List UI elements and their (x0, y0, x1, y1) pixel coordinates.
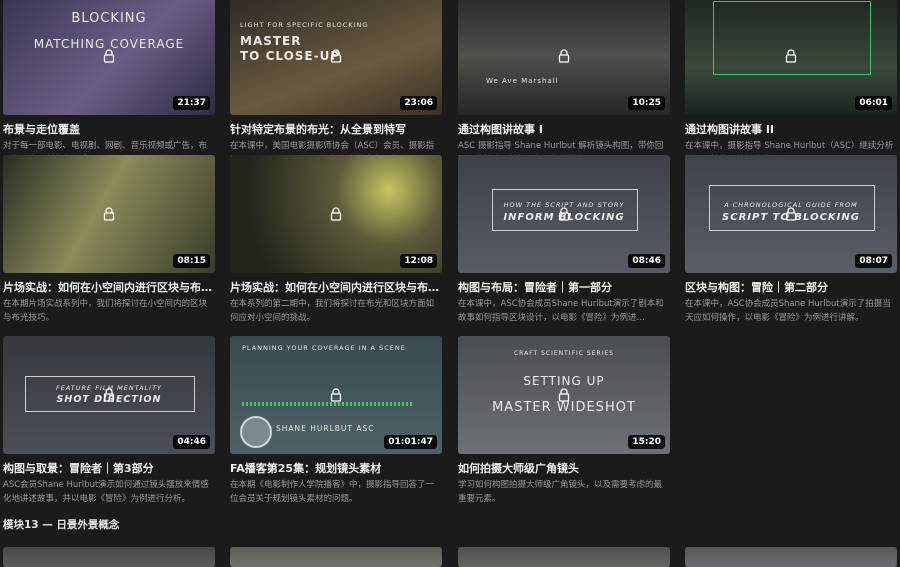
lock-icon (103, 49, 115, 63)
duration-badge: 08:15 (173, 254, 210, 268)
course-card[interactable]: We Ave Marshall 10:25 通过构图讲故事 I ASC 摄影指导… (458, 0, 670, 167)
course-description: ASC会员Shane Hurlbut演示如何通过镜头摆放来情感化地讲述故事，并以… (3, 480, 209, 504)
course-description: 在本系列的第二期中，我们将探讨在布光和区块方面如何应对小空间的挑战。 (230, 299, 435, 323)
thumbnail-subtitle-text: TO CLOSE-UP (240, 49, 341, 63)
course-card[interactable] (458, 547, 670, 567)
duration-badge: 21:37 (173, 96, 210, 110)
lock-icon (330, 49, 342, 63)
thumbnail-title-text: MASTER (240, 34, 302, 48)
course-description: 在本课中，ASC协会成员Shane Hurlbut演示了拍摄当天应如何操作，以电… (685, 299, 891, 323)
duration-badge: 12:08 (400, 254, 437, 268)
course-description: 学习如何构图拍摄大师级广角镜头，以及需要考虑的最重要元素。 (458, 480, 663, 504)
thumbnail-caption-text: PLANNING YOUR COVERAGE IN A SCENE (242, 344, 406, 352)
course-card[interactable]: LIGHT FOR SPECIFIC BLOCKING MASTER TO CL… (230, 0, 442, 167)
course-title[interactable]: 针对特定布景的布光：从全景到特写 (230, 121, 442, 137)
course-thumbnail[interactable]: FEATURE FILM MENTALITY SHOT DIRECTION 04… (3, 336, 215, 454)
audio-waveform (242, 402, 412, 406)
course-title[interactable]: 构图与取景：冒险者｜第3部分 (3, 460, 215, 476)
course-card[interactable] (230, 547, 442, 567)
course-thumbnail[interactable] (458, 547, 670, 567)
course-title[interactable]: 片场实战：如何在小空间内进行区块与布光… (230, 279, 442, 295)
course-title[interactable]: 构图与布局：冒险者｜第一部分 (458, 279, 670, 295)
duration-badge: 01:01:47 (384, 435, 437, 449)
lock-icon (558, 207, 570, 221)
thumbnail-title-text: MASTER WIDESHOT (492, 400, 636, 415)
thumbnail-title-text: SHANE HURLBUT ASC (276, 424, 375, 433)
course-thumbnail[interactable]: HOW THE SCRIPT AND STORY INFORM BLOCKING… (458, 155, 670, 273)
thumbnail-caption-text: We Ave Marshall (486, 77, 559, 85)
course-card[interactable]: A CHRONOLOGICAL GUIDE FROM SCRIPT TO BLO… (685, 155, 897, 325)
frame-outline (713, 1, 871, 75)
thumbnail-caption-text: LIGHT FOR SPECIFIC BLOCKING (240, 21, 369, 29)
course-description: 在本期《电影制作人学院播客》中，摄影指导回答了一位会员关于规划镜头素材的问题。 (230, 480, 435, 504)
course-thumbnail[interactable]: 08:15 (3, 155, 215, 273)
course-title[interactable]: 通过构图讲故事 I (458, 121, 670, 137)
lock-icon (785, 49, 797, 63)
course-thumbnail[interactable] (3, 547, 215, 567)
course-title[interactable]: 通过构图讲故事 II (685, 121, 897, 137)
course-card[interactable]: CRAFT SCIENTIFIC SERIES SETTING UP MASTE… (458, 336, 670, 506)
lock-icon (558, 388, 570, 402)
course-thumbnail[interactable]: PLANNING YOUR COVERAGE IN A SCENE SHANE … (230, 336, 442, 454)
duration-badge: 23:06 (400, 96, 437, 110)
course-card[interactable]: BLOCKING MATCHING COVERAGE 21:37 布景与走位覆盖… (3, 0, 215, 167)
course-thumbnail[interactable]: A CHRONOLOGICAL GUIDE FROM SCRIPT TO BLO… (685, 155, 897, 273)
duration-badge: 08:07 (855, 254, 892, 268)
course-description: 在本课中，ASC协会成员Shane Hurlbut演示了剧本和故事如何指导区块设… (458, 299, 664, 323)
duration-badge: 04:46 (173, 435, 210, 449)
course-card[interactable]: 08:15 片场实战：如何在小空间内进行区块与布光… 在本期片场实战系列中，我们… (3, 155, 215, 325)
lock-icon (103, 388, 115, 402)
thumbnail-caption-text: CRAFT SCIENTIFIC SERIES (513, 350, 615, 357)
course-thumbnail[interactable]: We Ave Marshall 10:25 (458, 0, 670, 115)
lock-icon (330, 207, 342, 221)
course-card[interactable] (685, 547, 897, 567)
lock-icon (558, 49, 570, 63)
course-description: 在本期片场实战系列中，我们将探讨在小空间内的区块与布光技巧。 (3, 299, 208, 323)
course-card[interactable]: 12:08 片场实战：如何在小空间内进行区块与布光… 在本系列的第二期中，我们将… (230, 155, 442, 325)
course-card[interactable]: PLANNING YOUR COVERAGE IN A SCENE SHANE … (230, 336, 442, 506)
course-thumbnail[interactable] (230, 547, 442, 567)
lock-icon (103, 207, 115, 221)
duration-badge: 10:25 (628, 96, 665, 110)
course-thumbnail[interactable]: BLOCKING MATCHING COVERAGE 21:37 (3, 0, 215, 115)
course-title[interactable]: FA播客第25集：规划镜头素材 (230, 460, 442, 476)
course-title[interactable]: 如何拍摄大师级广角镜头 (458, 460, 670, 476)
course-card[interactable] (3, 547, 215, 567)
course-title[interactable]: 片场实战：如何在小空间内进行区块与布光… (3, 279, 215, 295)
module-section-title: 模块13 — 日景外景概念 (3, 519, 120, 531)
course-thumbnail[interactable]: 06:01 (685, 0, 897, 115)
duration-badge: 08:46 (628, 254, 665, 268)
lock-icon (330, 388, 342, 402)
course-title[interactable]: 布景与走位覆盖 (3, 121, 215, 137)
course-title[interactable]: 区块与构图：冒险｜第二部分 (685, 279, 897, 295)
course-thumbnail[interactable]: LIGHT FOR SPECIFIC BLOCKING MASTER TO CL… (230, 0, 442, 115)
course-card[interactable]: HOW THE SCRIPT AND STORY INFORM BLOCKING… (458, 155, 670, 325)
duration-badge: 15:20 (628, 435, 665, 449)
thumbnail-title-text: BLOCKING (71, 11, 147, 26)
course-card[interactable]: FEATURE FILM MENTALITY SHOT DIRECTION 04… (3, 336, 215, 506)
course-thumbnail[interactable] (685, 547, 897, 567)
duration-badge: 06:01 (855, 96, 892, 110)
lock-icon (785, 207, 797, 221)
course-card[interactable]: 06:01 通过构图讲故事 II 在本课中，摄影指导 Shane Hurlbut… (685, 0, 897, 167)
course-thumbnail[interactable]: CRAFT SCIENTIFIC SERIES SETTING UP MASTE… (458, 336, 670, 454)
course-thumbnail[interactable]: 12:08 (230, 155, 442, 273)
thumbnail-subtitle-text: SETTING UP (523, 374, 605, 388)
avatar (240, 416, 272, 448)
